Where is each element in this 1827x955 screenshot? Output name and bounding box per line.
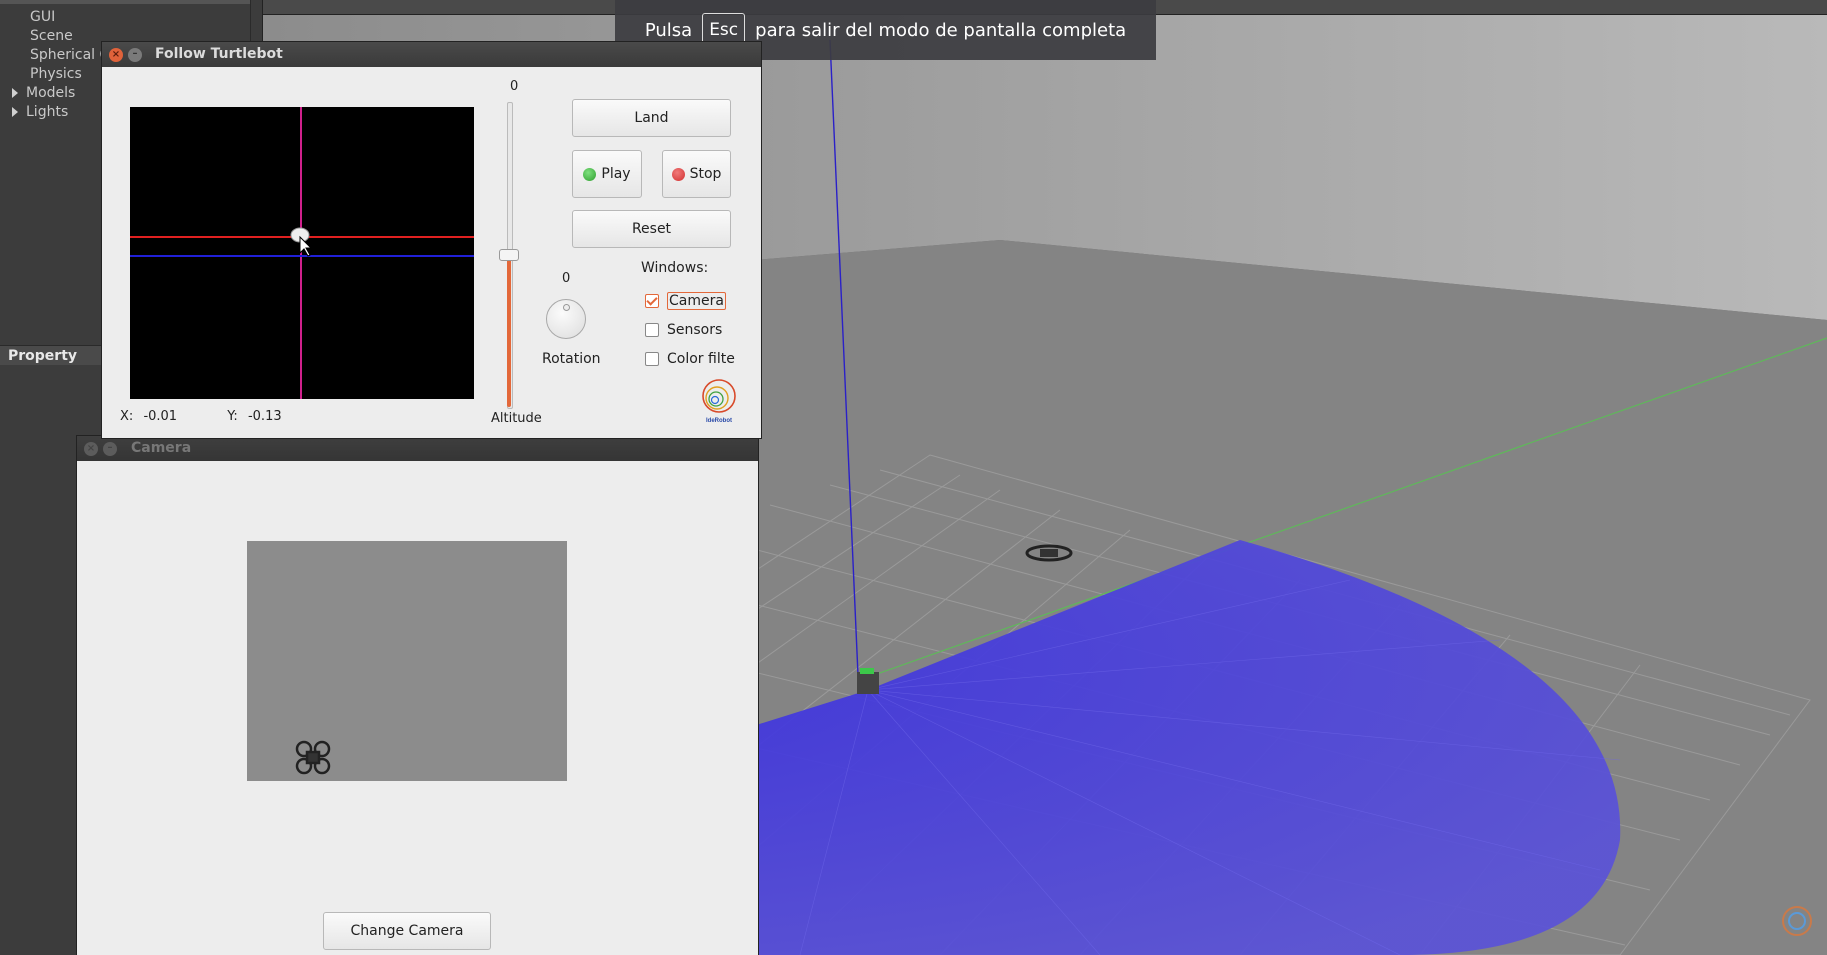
minimize-icon[interactable]: – — [128, 48, 142, 62]
camera-checkbox-row[interactable]: Camera — [645, 292, 726, 310]
jderobot-logo: IdeRobot — [702, 379, 736, 424]
stop-led-icon — [671, 167, 685, 181]
close-icon[interactable]: × — [109, 48, 123, 62]
fullscreen-suffix: para salir del modo de pantalla completa — [755, 19, 1127, 41]
rotation-label: Rotation — [542, 351, 601, 367]
dial-marker-icon — [563, 304, 570, 311]
altitude-slider-handle[interactable] — [499, 249, 519, 261]
xy-readout: X: -0.01 Y: -0.13 — [120, 409, 288, 424]
follow-turtlebot-window: × – Follow Turtlebot X: -0.01 Y: -0.13 0… — [102, 42, 761, 438]
x-label: X: — [120, 409, 134, 424]
windows-label: Windows: — [641, 260, 709, 276]
color-filter-checkbox-row[interactable]: Color filte — [645, 351, 735, 367]
play-button[interactable]: Play — [572, 150, 642, 198]
world-tree: GUI Scene Spherical C Physics Models Lig… — [12, 8, 109, 122]
rotation-dial[interactable] — [546, 299, 586, 339]
tree-item-gui[interactable]: GUI — [12, 8, 109, 27]
follow-window-title: Follow Turtlebot — [155, 46, 283, 62]
fullscreen-prefix: Pulsa — [644, 19, 693, 41]
sensors-checkbox[interactable] — [645, 323, 659, 337]
sensors-checkbox-row[interactable]: Sensors — [645, 322, 722, 338]
expand-arrow-icon[interactable] — [12, 88, 18, 98]
camera-checkbox[interactable] — [645, 294, 659, 308]
camera-checkbox-label: Camera — [667, 292, 726, 310]
expand-arrow-icon[interactable] — [12, 107, 18, 117]
rotation-value: 0 — [562, 271, 571, 286]
y-label: Y: — [227, 409, 238, 424]
drone-in-camera-icon — [295, 740, 331, 775]
change-camera-button[interactable]: Change Camera — [323, 912, 491, 950]
color-filter-checkbox-label: Color filte — [667, 351, 735, 367]
camera-window: × – Camera Change Camera — [77, 436, 758, 955]
altitude-value: 0 — [510, 79, 519, 94]
altitude-label: Altitude — [491, 411, 542, 426]
camera-window-title: Camera — [131, 440, 192, 456]
stop-button[interactable]: Stop — [662, 150, 731, 198]
sensors-checkbox-label: Sensors — [667, 322, 723, 338]
color-filter-checkbox[interactable] — [645, 352, 659, 366]
follow-window-titlebar[interactable]: × – Follow Turtlebot — [102, 42, 761, 67]
tree-item-spherical[interactable]: Spherical C — [12, 46, 109, 65]
x-value: -0.01 — [143, 409, 178, 424]
xy-joystick-pad[interactable] — [130, 107, 474, 399]
tree-item-physics[interactable]: Physics — [12, 65, 109, 84]
altitude-slider-fill — [507, 254, 511, 407]
tree-item-lights[interactable]: Lights — [12, 103, 109, 122]
tree-item-models[interactable]: Models — [12, 84, 109, 103]
joystick-handle-icon — [290, 227, 313, 257]
logo-text: IdeRobot — [706, 418, 732, 424]
tree-item-scene[interactable]: Scene — [12, 27, 109, 46]
camera-image — [247, 541, 567, 781]
reset-button[interactable]: Reset — [572, 210, 731, 248]
minimize-icon[interactable]: – — [103, 442, 117, 456]
play-led-icon — [583, 167, 597, 181]
camera-window-titlebar[interactable]: × – Camera — [77, 436, 758, 461]
close-icon[interactable]: × — [84, 442, 98, 456]
land-button[interactable]: Land — [572, 99, 731, 137]
y-value: -0.13 — [247, 409, 282, 424]
